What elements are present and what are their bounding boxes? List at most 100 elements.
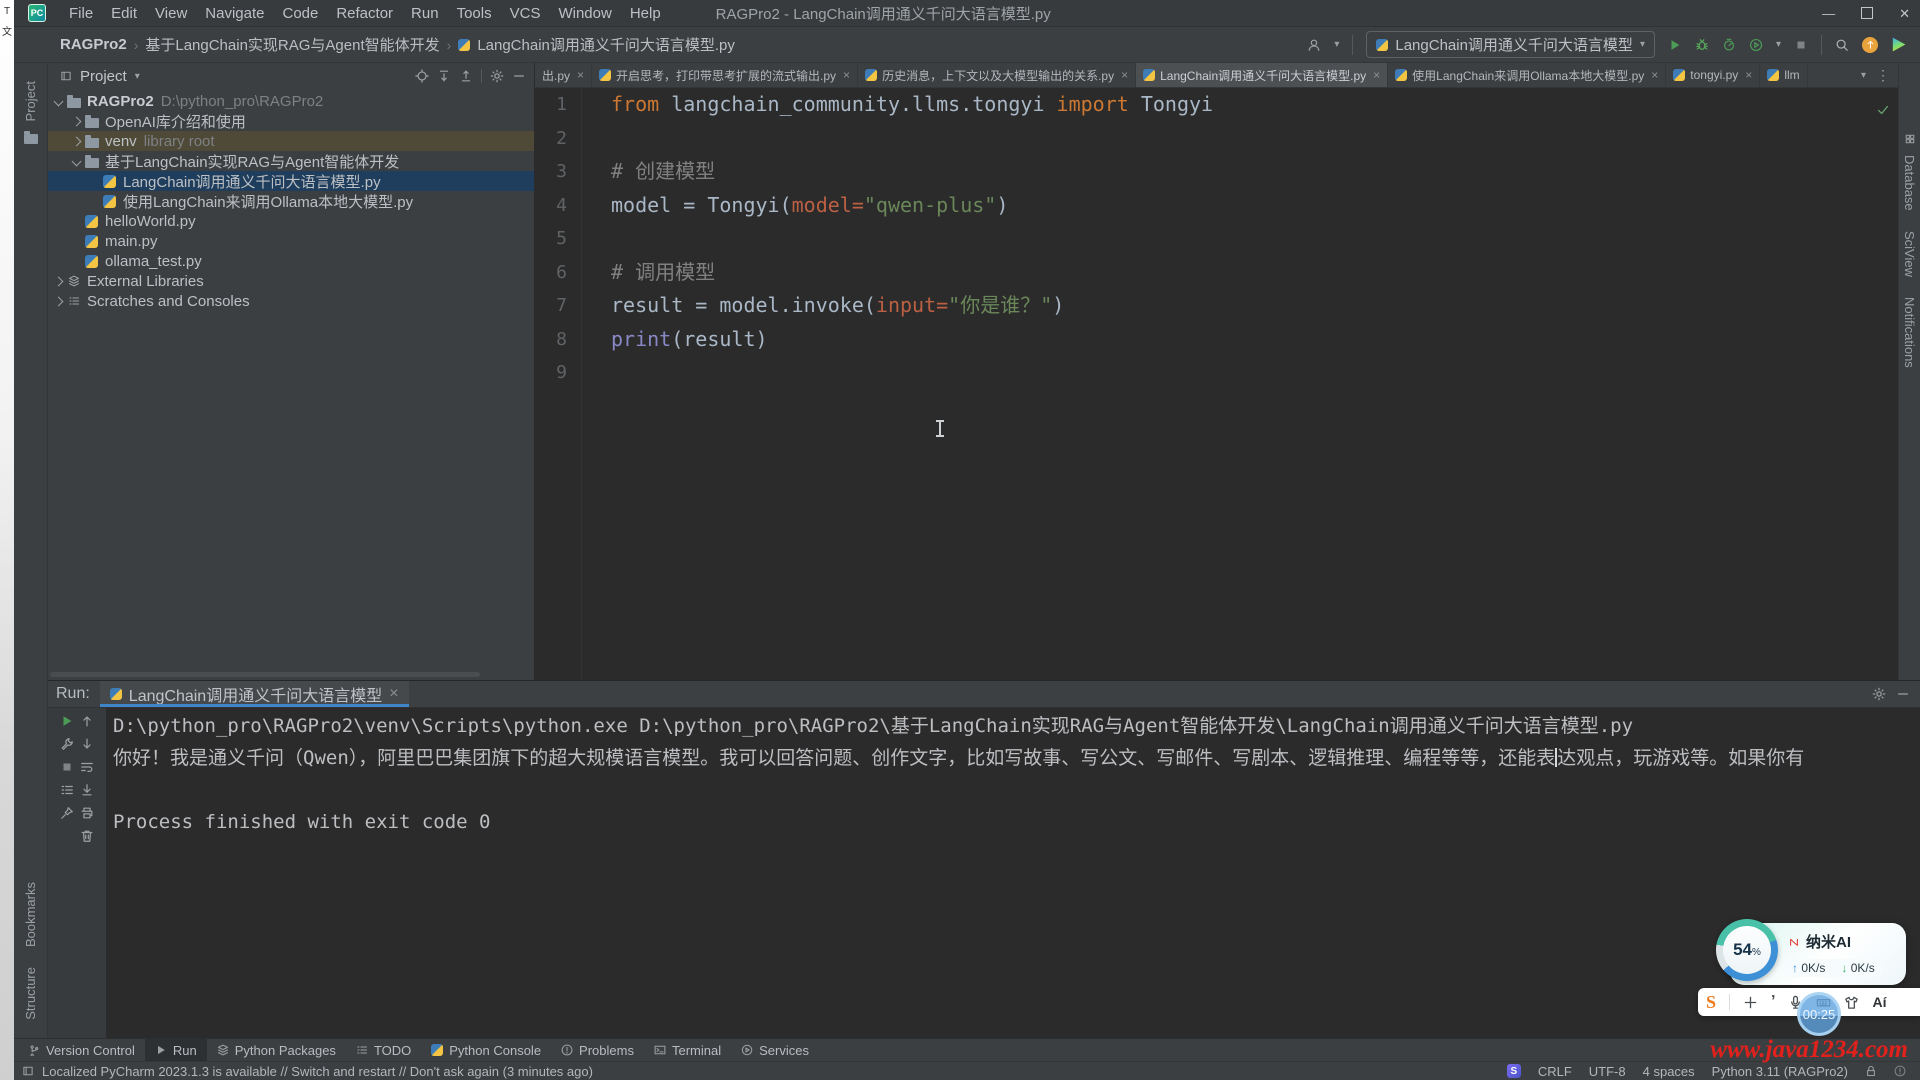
hide-panel-button[interactable] bbox=[1896, 687, 1910, 701]
chevron-down-icon[interactable] bbox=[68, 158, 84, 165]
tree-item[interactable]: main.py bbox=[48, 231, 534, 251]
recording-timer[interactable]: 00:25 bbox=[1797, 992, 1841, 1036]
expand-all-button[interactable] bbox=[437, 69, 451, 83]
minimize-button[interactable]: — bbox=[1822, 7, 1835, 20]
gear-icon[interactable] bbox=[490, 69, 504, 83]
close-icon[interactable]: × bbox=[1745, 68, 1752, 82]
search-icon[interactable] bbox=[1835, 38, 1849, 52]
menu-refactor[interactable]: Refactor bbox=[327, 5, 402, 22]
profiler-button[interactable] bbox=[1722, 38, 1736, 52]
close-icon[interactable]: × bbox=[389, 685, 398, 703]
chevron-down-icon[interactable] bbox=[50, 98, 66, 105]
run-button[interactable] bbox=[1668, 38, 1682, 52]
close-icon[interactable]: × bbox=[1651, 68, 1658, 82]
soft-wrap-button[interactable] bbox=[80, 760, 94, 774]
tree-item[interactable]: ollama_test.py bbox=[48, 251, 534, 271]
pin-tab-icon[interactable] bbox=[60, 806, 74, 820]
editor-tab[interactable]: 出.py× bbox=[535, 63, 592, 87]
print-button[interactable] bbox=[80, 806, 94, 820]
debug-button[interactable] bbox=[1695, 38, 1709, 52]
tree-item[interactable]: LangChain调用通义千问大语言模型.py bbox=[48, 171, 534, 191]
inspections-ok-icon[interactable] bbox=[1876, 94, 1890, 128]
chevron-right-icon[interactable] bbox=[50, 298, 66, 305]
hide-panel-button[interactable] bbox=[512, 69, 526, 83]
project-panel-title[interactable]: Project bbox=[80, 68, 127, 85]
menu-help[interactable]: Help bbox=[621, 5, 670, 22]
maximize-button[interactable] bbox=[1861, 7, 1873, 19]
tree-item[interactable]: 基于LangChain实现RAG与Agent智能体开发 bbox=[48, 151, 534, 171]
tree-item[interactable]: venvlibrary root bbox=[48, 131, 534, 151]
punctuation-icon[interactable]: ’ bbox=[1771, 993, 1775, 1011]
close-icon[interactable]: × bbox=[1121, 68, 1128, 82]
editor-tab[interactable]: 开启思考，打印带思考扩展的流式输出.py× bbox=[592, 63, 858, 87]
status-item[interactable]: CRLF bbox=[1538, 1064, 1572, 1079]
code-editor[interactable]: 1from langchain_community.llms.tongyi im… bbox=[535, 88, 1898, 680]
sogou-logo-icon[interactable]: S bbox=[1706, 992, 1716, 1013]
ime-ai-button[interactable]: Aí bbox=[1872, 994, 1886, 1010]
close-icon[interactable]: × bbox=[843, 68, 850, 82]
toolwindow-bookmarks-button[interactable]: Bookmarks bbox=[23, 882, 38, 947]
gear-icon[interactable] bbox=[1872, 687, 1886, 701]
chevron-down-icon[interactable]: ▾ bbox=[1776, 39, 1781, 50]
gradient-play-icon[interactable] bbox=[1891, 37, 1906, 52]
prev-occurrence-button[interactable] bbox=[80, 714, 94, 728]
chevron-right-icon[interactable] bbox=[68, 138, 84, 145]
toolwindow-toggle-icon[interactable] bbox=[22, 1065, 34, 1077]
user-chevron-icon[interactable]: ▾ bbox=[1334, 39, 1339, 50]
input-method-icon[interactable]: S bbox=[1507, 1064, 1521, 1078]
modify-run-config-button[interactable] bbox=[60, 737, 74, 751]
menu-window[interactable]: Window bbox=[549, 5, 620, 22]
close-icon[interactable]: × bbox=[1373, 68, 1380, 82]
horizontal-scrollbar[interactable] bbox=[50, 672, 480, 677]
menu-code[interactable]: Code bbox=[273, 5, 327, 22]
editor-tab[interactable]: llm bbox=[1760, 63, 1807, 87]
toolwindow-services-button[interactable]: Services bbox=[731, 1039, 819, 1061]
menu-vcs[interactable]: VCS bbox=[501, 5, 550, 22]
next-occurrence-button[interactable] bbox=[80, 737, 94, 751]
chevron-down-icon[interactable]: ▾ bbox=[1861, 70, 1866, 81]
folder-icon[interactable] bbox=[24, 134, 38, 144]
run-console[interactable]: D:\python_pro\RAGPro2\venv\Scripts\pytho… bbox=[107, 708, 1920, 1038]
close-icon[interactable]: × bbox=[577, 68, 584, 82]
nano-ai-widget[interactable]: 54% 纳米AI ↑ 0K/s ↓ 0K/s bbox=[1730, 923, 1906, 985]
menu-navigate[interactable]: Navigate bbox=[196, 5, 273, 22]
toolwindow-project-button[interactable]: Project bbox=[23, 81, 38, 121]
skin-icon[interactable] bbox=[1844, 995, 1859, 1010]
editor-tab[interactable]: 历史消息，上下文以及大模型输出的关系.py× bbox=[858, 63, 1136, 87]
tree-item[interactable]: 使用LangChain来调用Ollama本地大模型.py bbox=[48, 191, 534, 211]
toolwindow-sciview-button[interactable]: SciView bbox=[1902, 231, 1917, 277]
toolwindow-version-control-button[interactable]: Version Control bbox=[18, 1039, 145, 1061]
chevron-right-icon[interactable] bbox=[68, 118, 84, 125]
run-config-select[interactable]: LangChain调用通义千问大语言模型 ▾ bbox=[1366, 31, 1655, 58]
status-item[interactable]: UTF-8 bbox=[1589, 1064, 1626, 1079]
coverage-button[interactable] bbox=[1749, 38, 1763, 52]
tree-item[interactable]: OpenAI库介绍和使用 bbox=[48, 111, 534, 131]
toolwindow-todo-button[interactable]: TODO bbox=[346, 1039, 421, 1061]
editor-tab[interactable]: 使用LangChain来调用Ollama本地大模型.py× bbox=[1388, 63, 1666, 87]
tree-item[interactable]: External Libraries bbox=[48, 271, 534, 291]
stop-button[interactable] bbox=[1794, 38, 1808, 52]
grid-icon[interactable] bbox=[1904, 133, 1916, 145]
menu-edit[interactable]: Edit bbox=[102, 5, 146, 22]
scroll-to-end-button[interactable] bbox=[80, 783, 94, 797]
stop-button[interactable] bbox=[60, 760, 74, 774]
breadcrumb-item[interactable]: RAGPro2 bbox=[60, 36, 127, 53]
close-button[interactable]: ✕ bbox=[1899, 7, 1910, 20]
toolwindow-problems-button[interactable]: Problems bbox=[551, 1039, 644, 1061]
menu-tools[interactable]: Tools bbox=[448, 5, 501, 22]
editor-tab[interactable]: tongyi.py× bbox=[1666, 63, 1760, 87]
tree-item[interactable]: helloWorld.py bbox=[48, 211, 534, 231]
editor-tab[interactable]: LangChain调用通义千问大语言模型.py× bbox=[1136, 63, 1388, 87]
locate-file-button[interactable] bbox=[415, 69, 429, 83]
menu-run[interactable]: Run bbox=[402, 5, 448, 22]
toolwindow-database-button[interactable]: Database bbox=[1902, 155, 1917, 211]
breadcrumb-item[interactable]: LangChain调用通义千问大语言模型.py bbox=[477, 34, 735, 55]
clear-console-button[interactable] bbox=[80, 829, 94, 843]
status-item[interactable]: Python 3.11 (RAGPro2) bbox=[1712, 1064, 1848, 1079]
tree-item[interactable]: RAGPro2D:\python_pro\RAGPro2 bbox=[48, 91, 534, 111]
toolwindow-run-button[interactable]: Run bbox=[145, 1039, 207, 1061]
chevron-down-icon[interactable]: ▾ bbox=[135, 71, 140, 82]
toolwindow-structure-button[interactable]: Structure bbox=[23, 967, 38, 1020]
menu-file[interactable]: File bbox=[60, 5, 102, 22]
toolwindow-notifications-button[interactable]: Notifications bbox=[1902, 297, 1917, 368]
